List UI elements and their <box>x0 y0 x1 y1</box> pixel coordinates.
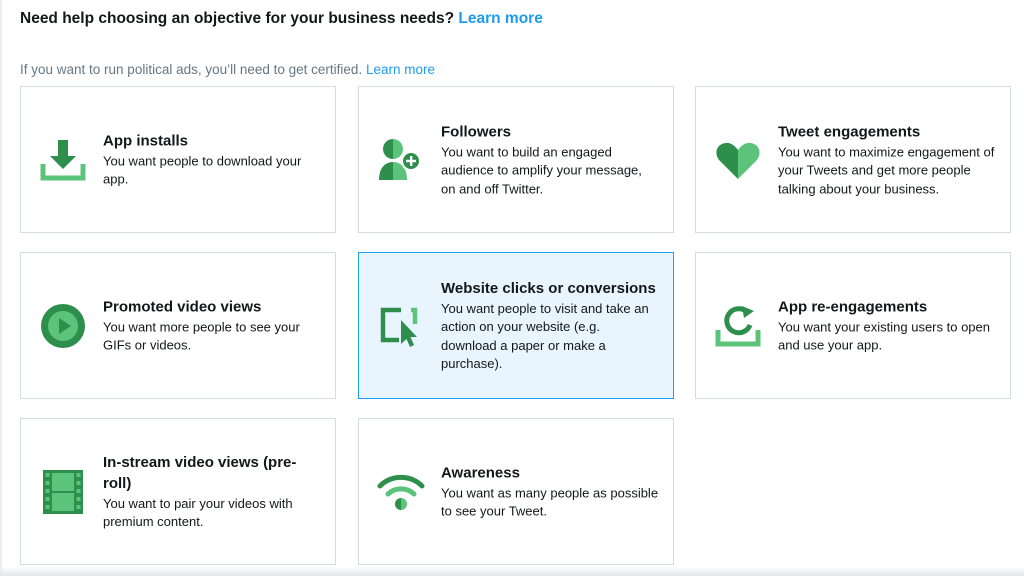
political-text: If you want to run political ads, you’ll… <box>20 62 363 77</box>
card-description: You want to build an engaged audience to… <box>441 143 642 196</box>
cursor-click-icon <box>377 302 425 350</box>
card-description: You want people to download your app. <box>103 153 302 187</box>
card-title: Awareness <box>441 464 520 481</box>
help-learn-more-link[interactable]: Learn more <box>458 10 542 27</box>
objective-card-awareness[interactable]: Awareness You want as many people as pos… <box>358 418 674 565</box>
left-divider <box>0 0 2 576</box>
download-icon <box>39 136 87 184</box>
card-title: Promoted video views <box>103 298 262 315</box>
card-description: You want to pair your videos with premiu… <box>103 495 293 530</box>
help-text: Need help choosing an objective for your… <box>20 10 455 27</box>
objective-card-in-stream-video-views[interactable]: In-stream video views (pre-roll) You wan… <box>20 418 336 565</box>
card-title: Followers <box>441 122 512 140</box>
card-title: App re-engagements <box>778 298 928 315</box>
objective-card-website-clicks[interactable]: Website clicks or conversions You want p… <box>358 252 674 399</box>
card-description: You want people to visit and take an act… <box>441 300 649 372</box>
objective-card-followers[interactable]: Followers You want to build an engaged a… <box>358 86 674 233</box>
add-follower-icon <box>377 136 425 184</box>
objective-card-app-reengagements[interactable]: App re-engagements You want your existin… <box>695 252 1011 399</box>
film-strip-icon <box>39 468 87 516</box>
political-learn-more-link[interactable]: Learn more <box>366 62 435 77</box>
card-title: App installs <box>103 132 189 149</box>
card-description: You want as many people as possible to s… <box>441 485 659 519</box>
objective-page: Need help choosing an objective for your… <box>0 0 1024 576</box>
objective-card-app-installs[interactable]: App installs You want people to download… <box>20 86 336 233</box>
objective-card-promoted-video-views[interactable]: Promoted video views You want more peopl… <box>20 252 336 399</box>
card-title: In-stream video views (pre-roll) <box>103 453 297 492</box>
objective-card-tweet-engagements[interactable]: Tweet engagements You want to maximize e… <box>695 86 1011 233</box>
political-ads-note: If you want to run political ads, you’ll… <box>20 62 435 77</box>
bottom-shadow <box>0 566 1024 576</box>
card-title: Website clicks or conversions <box>441 279 656 297</box>
play-icon <box>39 302 87 350</box>
card-description: You want more people to see your GIFs or… <box>103 319 300 353</box>
refresh-icon <box>714 302 762 350</box>
card-description: You want your existing users to open and… <box>778 319 990 353</box>
card-title: Tweet engagements <box>778 122 921 140</box>
heart-icon <box>714 136 762 184</box>
broadcast-icon <box>377 468 425 516</box>
help-heading: Need help choosing an objective for your… <box>20 10 543 28</box>
card-description: You want to maximize engagement of your … <box>778 143 995 196</box>
